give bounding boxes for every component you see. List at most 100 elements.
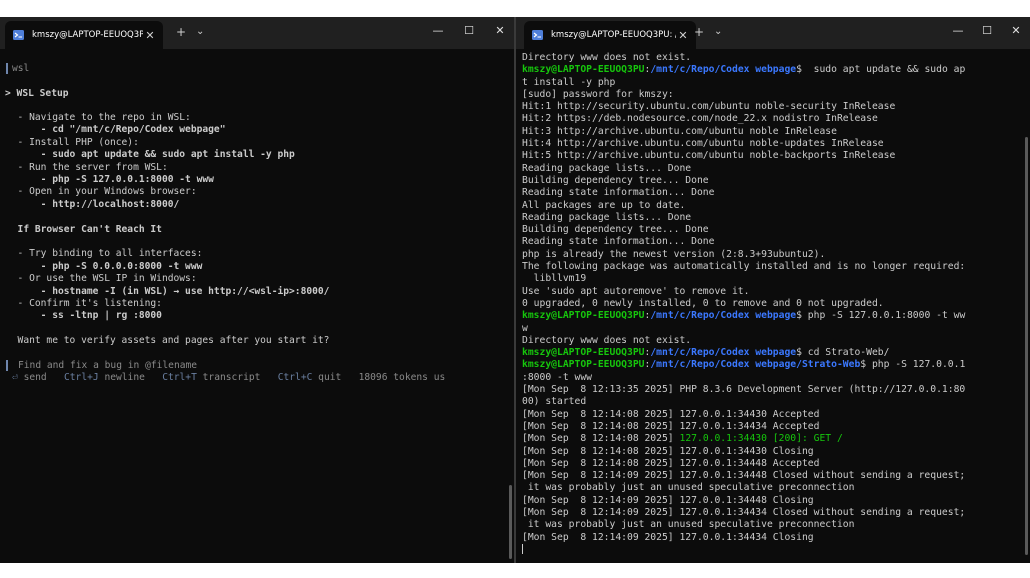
terminal-line: t install -y php [522, 77, 1022, 89]
tab-title: kmszy@LAPTOP-EEUOQ3PU: ~ [32, 30, 143, 40]
terminal-line: Hit:2 https://deb.nodesource.com/node_22… [522, 113, 1022, 125]
new-tab-button[interactable]: + [694, 23, 704, 41]
terminal-text: [sudo] password for kmszy: [522, 88, 674, 100]
response-line: - Confirm it's listening: [6, 298, 162, 309]
terminal-text: Reading state information... Done [522, 236, 715, 248]
terminal-line: [Mon Sep 8 12:14:09 2025] 127.0.0.1:3443… [522, 532, 1022, 544]
terminal-line: All packages are up to date. [522, 200, 1022, 212]
terminal-text: [Mon Sep 8 12:14:08 2025] 127.0.0.1:3444… [522, 457, 820, 469]
prompt-user: kmszy@LAPTOP-EEUOQ3PU [522, 347, 645, 359]
terminal-line: [Mon Sep 8 12:14:08 2025] 127.0.0.1:3444… [522, 458, 1022, 470]
maximize-button[interactable]: ☐ [977, 22, 997, 40]
tab-close-icon[interactable]: ✕ [143, 29, 157, 42]
scrollbar[interactable] [1025, 137, 1028, 555]
minimize-button[interactable]: — [948, 22, 968, 40]
new-tab-button[interactable]: + [176, 23, 186, 41]
prompt-path: /mnt/c/Repo/Codex webpage [650, 310, 797, 322]
terminal-line: The following package was automatically … [522, 261, 1022, 273]
composer-input[interactable]: Find and fix a bug in @filename [18, 360, 197, 372]
scrollbar[interactable] [509, 485, 512, 559]
terminal-text: t install -y php [522, 76, 616, 88]
terminal-text: [Mon Sep 8 12:13:35 2025] PHP 8.3.6 Deve… [522, 384, 966, 396]
response-line: - Navigate to the repo in WSL: [6, 112, 191, 123]
response-line: - http://localhost:8000/ [6, 198, 180, 210]
terminal-line: 00) started [522, 396, 1022, 408]
terminal-line: php is already the newest version (2:8.3… [522, 249, 1022, 261]
window-close-button[interactable]: ✕ [1006, 22, 1026, 40]
transcript-key: Ctrl+T [162, 372, 197, 383]
tab-bar: kmszy@LAPTOP-EEUOQ3PU: ~ ✕ + ⌄ — ☐ ✕ [0, 17, 514, 49]
terminal-text: libllvm19 [522, 273, 587, 285]
terminal-text: Hit:3 http://archive.ubuntu.com/ubuntu n… [522, 125, 837, 137]
terminal-line: Hit:1 http://security.ubuntu.com/ubuntu … [522, 101, 1022, 113]
terminal-line: [Mon Sep 8 12:13:35 2025] PHP 8.3.6 Deve… [522, 384, 1022, 396]
composer-caret [6, 360, 8, 371]
terminal-line: it was probably just an unused speculati… [522, 519, 1022, 531]
terminal-text: it was probably just an unused speculati… [522, 519, 855, 531]
terminal-text: Hit:5 http://archive.ubuntu.com/ubuntu n… [522, 150, 896, 162]
window-close-button[interactable]: ✕ [490, 22, 510, 40]
terminal-text: [Mon Sep 8 12:14:09 2025] 127.0.0.1:3444… [522, 470, 966, 482]
prompt-user: kmszy@LAPTOP-EEUOQ3PU [522, 310, 645, 322]
prompt-user: kmszy@LAPTOP-EEUOQ3PU [522, 64, 645, 76]
terminal-line: Reading package lists... Done [522, 163, 1022, 175]
terminal-text: it was probably just an unused speculati… [522, 482, 855, 494]
terminal-line: Reading package lists... Done [522, 212, 1022, 224]
shortcut-hints: ⏎ send Ctrl+J newline Ctrl+T transcript … [12, 372, 446, 383]
response-line: Want me to verify assets and pages after… [6, 335, 330, 347]
terminal-text: [Mon Sep 8 12:14:08 2025] 127.0.0.1:3443… [522, 445, 814, 457]
terminal-line: [Mon Sep 8 12:14:09 2025] 127.0.0.1:3443… [522, 507, 1022, 519]
response-line: - php -S 127.0.0.1:8000 -t www [6, 174, 214, 185]
tab-bar: kmszy@LAPTOP-EEUOQ3PU: / ✕ + ⌄ — ☐ ✕ [516, 17, 1030, 49]
terminal-line: Directory www does not exist. [522, 52, 1022, 64]
terminal-text: :8000 -t www [522, 371, 592, 383]
terminal-text: Building dependency tree... Done [522, 224, 709, 236]
terminal-line: [Mon Sep 8 12:14:08 2025] 127.0.0.1:3443… [522, 446, 1022, 458]
terminal-text: 127.0.0.1:34430 [200]: GET / [679, 433, 843, 445]
terminal-text: The following package was automatically … [522, 261, 966, 273]
token-count: 18096 tokens us [358, 372, 446, 383]
tab-close-icon[interactable]: ✕ [676, 29, 690, 42]
maximize-button[interactable]: ☐ [459, 22, 479, 40]
tab-right-terminal[interactable]: kmszy@LAPTOP-EEUOQ3PU: / ✕ [524, 21, 696, 49]
minimize-button[interactable]: — [428, 22, 448, 40]
terminal-line: kmszy@LAPTOP-EEUOQ3PU:/mnt/c/Repo/Codex … [522, 347, 1022, 359]
terminal-output[interactable]: Directory www does not exist. kmszy@LAPTO… [516, 49, 1030, 563]
response-line: - sudo apt update && sudo apt install -y… [6, 149, 295, 161]
terminal-text: Directory www does not exist. [522, 334, 692, 346]
terminal-line: :8000 -t www [522, 372, 1022, 384]
send-icon: ⏎ [12, 372, 18, 383]
response-line: - Install PHP (once): [6, 136, 139, 148]
terminal-text: Hit:1 http://security.ubuntu.com/ubuntu … [522, 101, 896, 113]
terminal-line: Reading state information... Done [522, 236, 1022, 248]
codex-chat-panel: wsl > WSL Setup - Navigate to the repo i… [0, 49, 514, 563]
terminal-line: Hit:3 http://archive.ubuntu.com/ubuntu n… [522, 126, 1022, 138]
terminal-line: kmszy@LAPTOP-EEUOQ3PU:/mnt/c/Repo/Codex … [522, 64, 1022, 76]
terminal-text: [Mon Sep 8 12:14:08 2025] 127.0.0.1:3443… [522, 408, 820, 420]
terminal-text: Reading package lists... Done [522, 211, 692, 223]
tab-left-terminal[interactable]: kmszy@LAPTOP-EEUOQ3PU: ~ ✕ [5, 21, 163, 49]
terminal-text: w [522, 322, 528, 334]
terminal-line: Building dependency tree... Done [522, 224, 1022, 236]
terminal-text: [Mon Sep 8 12:14:08 2025] 127.0.0.1:3443… [522, 420, 820, 432]
terminal-text: php is already the newest version (2:8.3… [522, 248, 826, 260]
terminal-text: $ php -S 127.0.0.1:8000 -t ww [796, 310, 966, 322]
terminal-text: $ cd Strato-Web/ [796, 347, 890, 359]
prompt-path: /mnt/c/Repo/Codex webpage [650, 64, 797, 76]
terminal-line: Hit:4 http://archive.ubuntu.com/ubuntu n… [522, 138, 1022, 150]
terminal-text: Hit:4 http://archive.ubuntu.com/ubuntu n… [522, 138, 884, 150]
terminal-cursor-line[interactable] [522, 543, 1022, 556]
terminal-line: Directory www does not exist. [522, 335, 1022, 347]
left-terminal-window: kmszy@LAPTOP-EEUOQ3PU: ~ ✕ + ⌄ — ☐ ✕ wsl… [0, 17, 514, 563]
terminal-line: Hit:5 http://archive.ubuntu.com/ubuntu n… [522, 150, 1022, 162]
text-cursor [522, 543, 523, 554]
terminal-line: [Mon Sep 8 12:14:09 2025] 127.0.0.1:3444… [522, 470, 1022, 482]
terminal-line: [sudo] password for kmszy: [522, 89, 1022, 101]
terminal-text: All packages are up to date. [522, 199, 686, 211]
response-line: - Or use the WSL IP in Windows: [6, 273, 197, 285]
right-terminal-window: kmszy@LAPTOP-EEUOQ3PU: / ✕ + ⌄ — ☐ ✕ Dir… [516, 17, 1030, 563]
terminal-line: [Mon Sep 8 12:14:08 2025] 127.0.0.1:3443… [522, 433, 1022, 445]
prompt-path: /mnt/c/Repo/Codex webpage [650, 347, 797, 359]
tab-dropdown-icon[interactable]: ⌄ [714, 23, 722, 41]
tab-dropdown-icon[interactable]: ⌄ [196, 23, 204, 41]
